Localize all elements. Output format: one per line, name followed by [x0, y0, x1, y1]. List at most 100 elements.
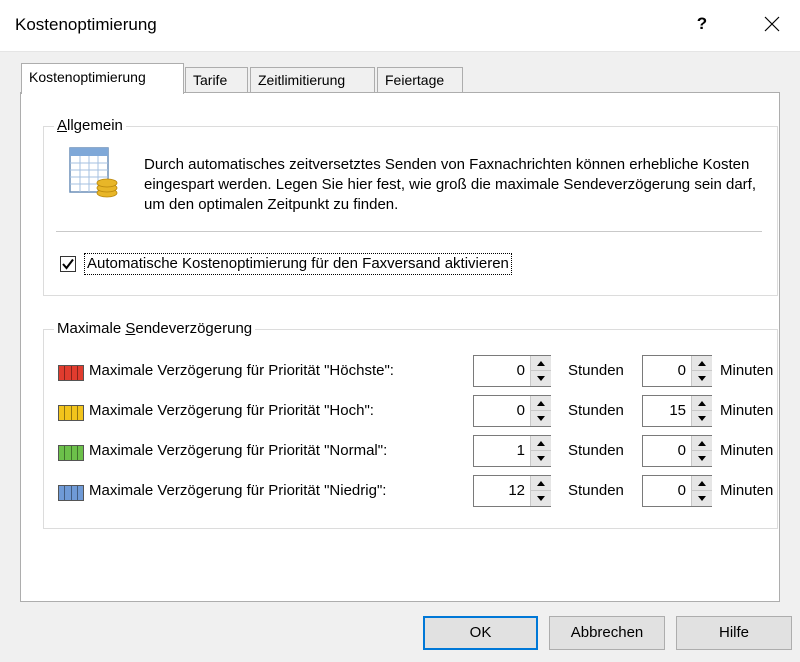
hours-unit-label: Stunden — [568, 402, 624, 419]
priority-label: Maximale Verzögerung für Priorität "Höch… — [89, 362, 394, 379]
delay-row: Maximale Verzögerung für Priorität "Nied… — [58, 472, 778, 512]
close-button[interactable] — [748, 6, 796, 42]
priority-label: Maximale Verzögerung für Priorität "Hoch… — [89, 402, 374, 419]
checkmark-icon — [62, 258, 74, 270]
minutes-value[interactable]: 0 — [643, 476, 691, 506]
minutes-value[interactable]: 0 — [643, 356, 691, 386]
hours-value[interactable]: 1 — [474, 436, 530, 466]
hours-up-button[interactable] — [531, 436, 551, 451]
title-bar: Kostenoptimierung ? — [0, 0, 800, 52]
tab-kostenoptimierung[interactable]: Kostenoptimierung — [21, 63, 184, 94]
minutes-up-button[interactable] — [692, 356, 712, 371]
priority-label: Maximale Verzögerung für Priorität "Norm… — [89, 442, 388, 459]
cancel-button[interactable]: Abbrechen — [549, 616, 665, 650]
hours-spin-buttons — [530, 436, 551, 466]
hours-down-button[interactable] — [531, 451, 551, 466]
general-group: Allgemein Durch automatisches zeitverset… — [43, 117, 778, 296]
spreadsheet-coins-icon — [69, 147, 118, 198]
tab-panel: Allgemein Durch automatisches zeitverset… — [20, 92, 780, 602]
hours-unit-label: Stunden — [568, 482, 624, 499]
triangle-up-icon — [698, 361, 706, 366]
triangle-up-icon — [537, 481, 545, 486]
hours-up-button[interactable] — [531, 356, 551, 371]
hours-spinner[interactable]: 0 — [473, 395, 551, 427]
triangle-down-icon — [537, 376, 545, 381]
minutes-unit-label: Minuten — [720, 362, 774, 379]
minutes-spinner[interactable]: 15 — [642, 395, 712, 427]
triangle-up-icon — [698, 441, 706, 446]
hours-down-button[interactable] — [531, 371, 551, 386]
minutes-spin-buttons — [691, 356, 712, 386]
hours-spinner[interactable]: 0 — [473, 355, 551, 387]
minutes-value[interactable]: 15 — [643, 396, 691, 426]
help-title-button[interactable]: ? — [688, 10, 716, 38]
minutes-spinner[interactable]: 0 — [642, 475, 712, 507]
auto-cost-optimization-checkbox[interactable] — [60, 256, 76, 272]
minutes-down-button[interactable] — [692, 491, 712, 506]
minutes-value[interactable]: 0 — [643, 436, 691, 466]
hours-up-button[interactable] — [531, 396, 551, 411]
minutes-down-button[interactable] — [692, 451, 712, 466]
help-button[interactable]: Hilfe — [676, 616, 792, 650]
tab-zeitlimitierung[interactable]: Zeitlimitierung — [250, 67, 375, 93]
minutes-unit-label: Minuten — [720, 402, 774, 419]
minutes-spin-buttons — [691, 396, 712, 426]
general-group-legend: Allgemein — [54, 117, 126, 134]
hours-spinner[interactable]: 12 — [473, 475, 551, 507]
minutes-up-button[interactable] — [692, 436, 712, 451]
close-icon — [764, 16, 780, 32]
triangle-up-icon — [698, 481, 706, 486]
hours-spin-buttons — [530, 396, 551, 426]
hours-up-button[interactable] — [531, 476, 551, 491]
dialog-window: Kostenoptimierung ? Kostenoptimierung Ta… — [0, 0, 800, 662]
priority-icon — [58, 485, 84, 501]
triangle-down-icon — [698, 456, 706, 461]
window-title: Kostenoptimierung — [15, 15, 157, 34]
hours-value[interactable]: 0 — [474, 396, 530, 426]
minutes-down-button[interactable] — [692, 371, 712, 386]
triangle-up-icon — [537, 361, 545, 366]
minutes-unit-label: Minuten — [720, 442, 774, 459]
hours-down-button[interactable] — [531, 491, 551, 506]
minutes-unit-label: Minuten — [720, 482, 774, 499]
triangle-down-icon — [537, 496, 545, 501]
separator — [56, 231, 762, 232]
minutes-up-button[interactable] — [692, 396, 712, 411]
tab-tarife[interactable]: Tarife — [185, 67, 248, 93]
triangle-down-icon — [698, 376, 706, 381]
delay-row: Maximale Verzögerung für Priorität "Hoch… — [58, 392, 778, 432]
minutes-spin-buttons — [691, 436, 712, 466]
priority-icon — [58, 365, 84, 381]
minutes-up-button[interactable] — [692, 476, 712, 491]
general-description: Durch automatisches zeitversetztes Sende… — [144, 156, 757, 213]
hours-spin-buttons — [530, 476, 551, 506]
priority-icon — [58, 405, 84, 421]
tab-feiertage[interactable]: Feiertage — [377, 67, 463, 93]
hours-value[interactable]: 0 — [474, 356, 530, 386]
triangle-up-icon — [537, 441, 545, 446]
triangle-up-icon — [537, 401, 545, 406]
delay-row: Maximale Verzögerung für Priorität "Norm… — [58, 432, 778, 472]
triangle-up-icon — [698, 401, 706, 406]
triangle-down-icon — [698, 496, 706, 501]
auto-cost-optimization-label[interactable]: Automatische Kostenoptimierung für den F… — [84, 253, 512, 275]
hours-unit-label: Stunden — [568, 442, 624, 459]
delay-row: Maximale Verzögerung für Priorität "Höch… — [58, 352, 778, 392]
minutes-spin-buttons — [691, 476, 712, 506]
max-delay-group-legend: Maximale Sendeverzögerung — [54, 320, 256, 337]
minutes-spinner[interactable]: 0 — [642, 355, 712, 387]
priority-icon — [58, 445, 84, 461]
minutes-down-button[interactable] — [692, 411, 712, 426]
hours-spin-buttons — [530, 356, 551, 386]
hours-unit-label: Stunden — [568, 362, 624, 379]
minutes-spinner[interactable]: 0 — [642, 435, 712, 467]
priority-label: Maximale Verzögerung für Priorität "Nied… — [89, 482, 387, 499]
triangle-down-icon — [698, 416, 706, 421]
hours-down-button[interactable] — [531, 411, 551, 426]
triangle-down-icon — [537, 456, 545, 461]
ok-button[interactable]: OK — [423, 616, 538, 650]
hours-value[interactable]: 12 — [474, 476, 530, 506]
max-delay-group: Maximale Sendeverzögerung Maximale Verzö… — [43, 320, 778, 529]
triangle-down-icon — [537, 416, 545, 421]
hours-spinner[interactable]: 1 — [473, 435, 551, 467]
